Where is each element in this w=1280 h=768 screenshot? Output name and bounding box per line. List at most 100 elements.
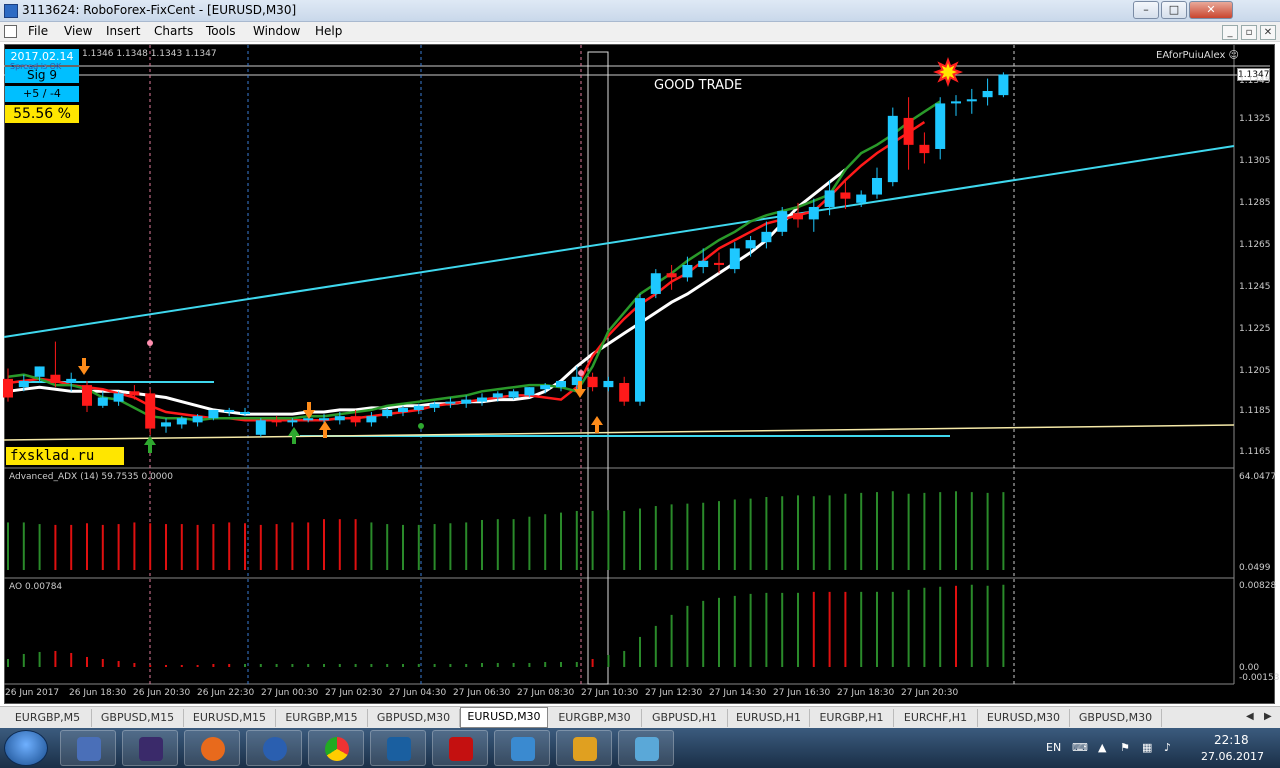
candle-body bbox=[951, 101, 961, 104]
candle-body bbox=[872, 177, 882, 195]
candle-body bbox=[18, 380, 29, 388]
ao-max-label: 0.00828 bbox=[1239, 581, 1277, 591]
sell-arrow-icon bbox=[78, 358, 90, 375]
ea-win-percent: 55.56 % bbox=[5, 105, 79, 123]
price-axis-label: 1.1245 bbox=[1239, 282, 1271, 292]
globe-icon bbox=[263, 737, 287, 761]
price-axis-label: 1.1185 bbox=[1239, 406, 1271, 416]
tab-gbpusd-m15[interactable]: GBPUSD,M15 bbox=[92, 709, 184, 727]
candle-body bbox=[650, 273, 661, 294]
taskbar-app-8[interactable] bbox=[494, 730, 550, 766]
adx-indicator-label: Advanced_ADX (14) 59.7535 0.0000 bbox=[9, 472, 173, 482]
firefox-icon bbox=[201, 737, 225, 761]
ma-mid-line bbox=[7, 121, 926, 422]
price-axis-label: 1.1345 bbox=[1239, 76, 1271, 86]
candle-body bbox=[477, 397, 487, 402]
time-axis-label: 27 Jun 14:30 bbox=[709, 688, 767, 698]
f-app-icon bbox=[573, 737, 597, 761]
time-axis-label: 27 Jun 20:30 bbox=[901, 688, 959, 698]
taskbar-app-7[interactable] bbox=[432, 730, 488, 766]
target-star-icon bbox=[933, 57, 963, 87]
taskbar-app-2[interactable] bbox=[122, 730, 178, 766]
candle-body bbox=[398, 407, 408, 413]
time-axis-label: 27 Jun 12:30 bbox=[645, 688, 703, 698]
signal-dot bbox=[418, 423, 424, 429]
candle-body bbox=[445, 401, 456, 404]
taskbar-chrome[interactable] bbox=[308, 730, 364, 766]
taskbar-app-9[interactable] bbox=[556, 730, 612, 766]
tab-eurusd-h1[interactable]: EURUSD,H1 bbox=[728, 709, 810, 727]
tab-gbpusd-h1[interactable]: GBPUSD,H1 bbox=[642, 709, 728, 727]
tab-scroll-left-icon[interactable]: ◀ bbox=[1246, 711, 1254, 722]
candle-body bbox=[587, 376, 598, 388]
tab-eurgbp-m30[interactable]: EURGBP,M30 bbox=[548, 709, 642, 727]
ao-min-label: -0.00153 bbox=[1239, 673, 1280, 683]
candle-body bbox=[255, 420, 266, 435]
candle-body bbox=[192, 416, 203, 423]
tab-eurgbp-m15[interactable]: EURGBP,M15 bbox=[276, 709, 368, 727]
buy-arrow-icon bbox=[591, 416, 603, 433]
candle-body bbox=[82, 385, 92, 406]
candle-body bbox=[903, 117, 914, 145]
candle-body bbox=[287, 420, 298, 423]
tab-eurgbp-m5[interactable]: EURGBP,M5 bbox=[4, 709, 92, 727]
taskbar-app-1[interactable] bbox=[60, 730, 116, 766]
candle-body bbox=[319, 418, 329, 421]
time-axis-label: 27 Jun 04:30 bbox=[389, 688, 447, 698]
candle-body bbox=[714, 262, 724, 265]
start-button[interactable] bbox=[4, 730, 48, 766]
clock-time[interactable]: 22:18 bbox=[1214, 733, 1249, 747]
tab-eurgbp-h1[interactable]: EURGBP,H1 bbox=[810, 709, 894, 727]
candle-body bbox=[824, 190, 835, 207]
trend-line bbox=[3, 145, 1235, 338]
candle-body bbox=[145, 393, 156, 429]
clock-date[interactable]: 27.06.2017 bbox=[1201, 750, 1264, 763]
tab-eurusd-m15[interactable]: EURUSD,M15 bbox=[184, 709, 276, 727]
flag-icon[interactable]: ⚑ bbox=[1120, 741, 1130, 754]
language-indicator[interactable]: EN bbox=[1046, 741, 1061, 754]
candle-body bbox=[635, 298, 645, 402]
candle-body bbox=[966, 99, 977, 102]
price-axis-label: 1.1205 bbox=[1239, 366, 1271, 376]
candle-body bbox=[508, 391, 519, 398]
candle-body bbox=[350, 416, 361, 423]
tab-eurusd-m30-2[interactable]: EURUSD,M30 bbox=[978, 709, 1070, 727]
candle-body bbox=[840, 192, 851, 199]
candle-body bbox=[619, 383, 630, 402]
network-icon[interactable]: ▦ bbox=[1142, 741, 1152, 754]
candle-body bbox=[777, 211, 788, 232]
chevron-up-icon[interactable]: ▲ bbox=[1098, 741, 1106, 754]
price-axis-label: 1.1165 bbox=[1239, 447, 1271, 457]
tab-gbpusd-m30-2[interactable]: GBPUSD,M30 bbox=[1070, 709, 1162, 727]
candle-body bbox=[366, 416, 377, 423]
price-axis-label: 1.1265 bbox=[1239, 240, 1271, 250]
tab-eurchf-h1[interactable]: EURCHF,H1 bbox=[894, 709, 978, 727]
tab-gbpusd-m30[interactable]: GBPUSD,M30 bbox=[368, 709, 460, 727]
expert-advisor-label: EAforPuiuAlex ☺ bbox=[1156, 50, 1239, 61]
candle-body bbox=[698, 260, 709, 268]
ma-fast-line bbox=[7, 100, 941, 422]
time-axis-label: 27 Jun 06:30 bbox=[453, 688, 511, 698]
chart-tab-bar: EURGBP,M5 GBPUSD,M15 EURUSD,M15 EURGBP,M… bbox=[0, 706, 1280, 728]
tab-eurusd-m30[interactable]: EURUSD,M30 bbox=[460, 707, 548, 728]
time-axis-label: 27 Jun 10:30 bbox=[581, 688, 639, 698]
candle-body bbox=[603, 380, 614, 388]
taskbar-app-4[interactable] bbox=[246, 730, 302, 766]
price-axis-label: 1.1225 bbox=[1239, 324, 1271, 334]
taskbar-app-6[interactable] bbox=[370, 730, 426, 766]
price-axis-label: 1.1325 bbox=[1239, 114, 1271, 124]
time-axis-label: 26 Jun 18:30 bbox=[69, 688, 127, 698]
candle-body bbox=[176, 418, 187, 425]
volume-icon[interactable]: ♪ bbox=[1164, 741, 1171, 754]
price-chart[interactable] bbox=[0, 0, 1280, 706]
app-10-icon bbox=[635, 737, 659, 761]
taskbar-firefox[interactable] bbox=[184, 730, 240, 766]
candle-body bbox=[492, 393, 503, 398]
taskbar-app-10[interactable] bbox=[618, 730, 674, 766]
signal-dot bbox=[147, 340, 153, 346]
keyboard-icon[interactable]: ⌨ bbox=[1072, 741, 1088, 754]
adx-max-label: 64.0477 bbox=[1239, 472, 1277, 482]
candle-body bbox=[761, 231, 772, 243]
tab-scroll-right-icon[interactable]: ▶ bbox=[1264, 711, 1272, 722]
candle-body bbox=[66, 378, 77, 384]
